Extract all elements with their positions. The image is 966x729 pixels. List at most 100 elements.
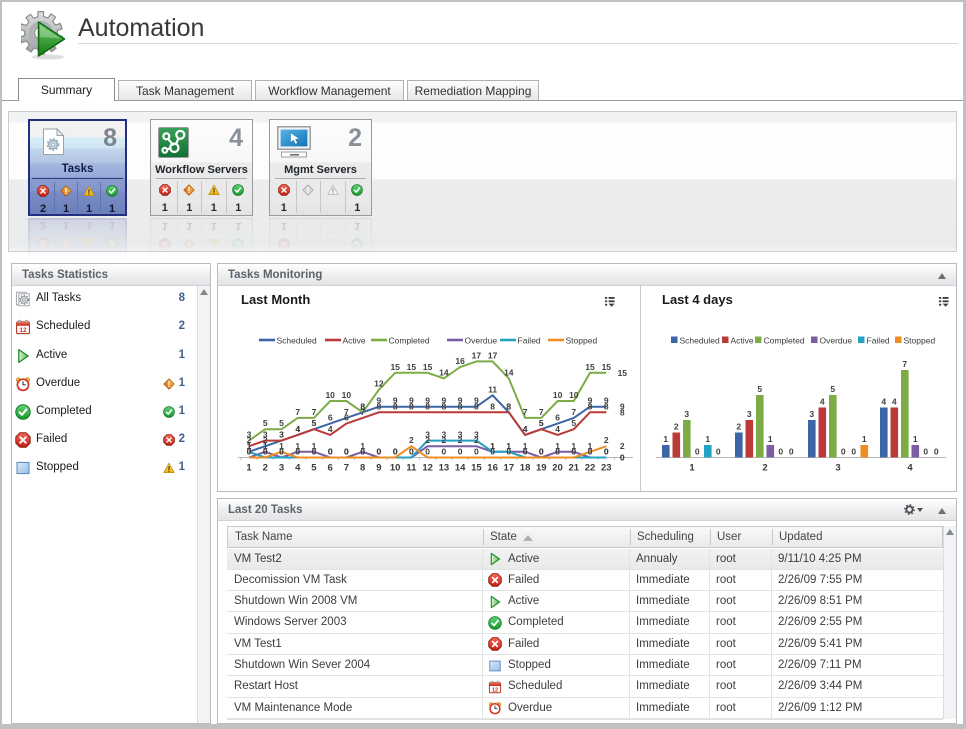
svg-text:0: 0 [344, 447, 349, 457]
svg-text:8: 8 [588, 401, 593, 411]
svg-text:3: 3 [279, 430, 284, 440]
svg-text:16: 16 [455, 356, 465, 366]
svg-text:5: 5 [263, 418, 268, 428]
svg-text:0: 0 [539, 447, 544, 457]
svg-text:4: 4 [892, 397, 897, 407]
svg-text:10: 10 [325, 390, 335, 400]
svg-text:0: 0 [851, 447, 856, 457]
svg-text:0: 0 [474, 447, 479, 457]
svg-text:0: 0 [409, 447, 414, 457]
svg-text:8: 8 [458, 401, 463, 411]
svg-text:8: 8 [442, 401, 447, 411]
svg-text:1: 1 [768, 434, 773, 444]
svg-text:4: 4 [328, 424, 333, 434]
svg-text:12: 12 [422, 463, 433, 474]
svg-text:8: 8 [377, 401, 382, 411]
svg-text:6: 6 [328, 463, 333, 474]
svg-text:16: 16 [487, 463, 498, 474]
svg-text:19: 19 [536, 463, 547, 474]
svg-text:Scheduled: Scheduled [277, 336, 317, 346]
svg-text:Active: Active [343, 336, 366, 346]
svg-text:17: 17 [472, 350, 482, 360]
svg-text:0: 0 [458, 447, 463, 457]
svg-text:8: 8 [360, 401, 365, 411]
svg-text:21: 21 [569, 463, 580, 474]
svg-text:Completed: Completed [764, 336, 805, 346]
svg-text:0: 0 [716, 447, 721, 457]
svg-text:9: 9 [376, 463, 381, 474]
svg-text:Last 4 days: Last 4 days [662, 292, 733, 307]
svg-text:10: 10 [390, 463, 401, 474]
svg-text:18: 18 [520, 463, 531, 474]
svg-text:3: 3 [425, 430, 430, 440]
svg-text:3: 3 [263, 430, 268, 440]
svg-text:3: 3 [747, 409, 752, 419]
svg-text:8: 8 [620, 407, 625, 417]
svg-text:6: 6 [328, 413, 333, 423]
svg-text:15: 15 [407, 362, 417, 372]
svg-text:0: 0 [571, 447, 576, 457]
svg-text:15: 15 [423, 362, 433, 372]
svg-text:15: 15 [585, 362, 595, 372]
svg-text:0: 0 [555, 447, 560, 457]
svg-text:2: 2 [409, 435, 414, 445]
svg-text:8: 8 [474, 401, 479, 411]
svg-text:4: 4 [820, 397, 825, 407]
svg-text:7: 7 [539, 407, 544, 417]
svg-text:17: 17 [504, 463, 515, 474]
svg-text:0: 0 [523, 447, 528, 457]
svg-text:8: 8 [425, 401, 430, 411]
svg-text:0: 0 [620, 453, 625, 463]
svg-text:0: 0 [393, 447, 398, 457]
svg-text:10: 10 [553, 390, 563, 400]
svg-text:11: 11 [406, 463, 417, 474]
svg-text:7: 7 [523, 407, 528, 417]
svg-text:3: 3 [809, 409, 814, 419]
svg-text:3: 3 [279, 463, 284, 474]
svg-text:14: 14 [504, 367, 514, 377]
svg-text:3: 3 [442, 430, 447, 440]
svg-text:0: 0 [604, 447, 609, 457]
svg-text:15: 15 [471, 463, 482, 474]
svg-text:8: 8 [490, 401, 495, 411]
svg-text:13: 13 [439, 463, 450, 474]
svg-text:0: 0 [295, 447, 300, 457]
svg-text:6: 6 [555, 413, 560, 423]
svg-text:4: 4 [295, 463, 301, 474]
svg-text:22: 22 [585, 463, 596, 474]
svg-text:3: 3 [247, 430, 252, 440]
svg-text:8: 8 [409, 401, 414, 411]
svg-text:14: 14 [439, 367, 449, 377]
svg-text:7: 7 [902, 359, 907, 369]
svg-text:23: 23 [601, 463, 612, 474]
svg-text:7: 7 [571, 407, 576, 417]
svg-text:8: 8 [393, 401, 398, 411]
svg-text:4: 4 [295, 424, 300, 434]
svg-text:Last Month: Last Month [241, 292, 310, 307]
svg-text:2: 2 [620, 441, 625, 451]
svg-text:3: 3 [474, 430, 479, 440]
svg-text:8: 8 [604, 401, 609, 411]
svg-text:17: 17 [488, 350, 498, 360]
svg-text:1: 1 [705, 434, 710, 444]
svg-text:0: 0 [841, 447, 846, 457]
svg-text:Stopped: Stopped [566, 336, 598, 346]
svg-text:10: 10 [569, 390, 579, 400]
svg-text:1: 1 [913, 434, 918, 444]
svg-text:20: 20 [552, 463, 563, 474]
svg-text:4: 4 [881, 397, 886, 407]
svg-text:4: 4 [555, 424, 560, 434]
svg-text:11: 11 [488, 384, 497, 394]
svg-text:0: 0 [360, 447, 365, 457]
svg-text:0: 0 [425, 447, 430, 457]
svg-text:Failed: Failed [867, 336, 890, 346]
svg-text:0: 0 [506, 447, 511, 457]
svg-text:0: 0 [934, 447, 939, 457]
svg-text:0: 0 [442, 447, 447, 457]
svg-text:3: 3 [684, 409, 689, 419]
svg-text:6: 6 [344, 413, 349, 423]
svg-text:4: 4 [907, 463, 913, 474]
svg-text:15: 15 [390, 362, 400, 372]
svg-text:Stopped: Stopped [904, 336, 936, 346]
svg-text:1: 1 [279, 441, 284, 451]
